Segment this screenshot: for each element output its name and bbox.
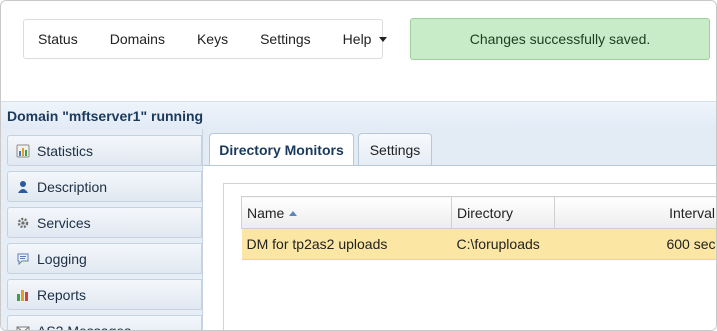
column-header-label: Directory — [457, 204, 514, 221]
column-header-label: Interval — [669, 204, 715, 221]
sidebar-item-reports[interactable]: Reports — [7, 279, 202, 310]
sidebar-item-label: Description — [37, 178, 108, 195]
nav-help-dropdown[interactable]: Help — [343, 31, 388, 47]
sidebar-item-description[interactable]: Description — [7, 171, 202, 202]
nav-help-label: Help — [342, 31, 372, 47]
sidebar-item-label: Reports — [37, 286, 87, 303]
sidebar-item-label: AS2 Messages — [37, 322, 132, 331]
sidebar-item-label: Services — [37, 214, 91, 231]
directory-monitors-table: Name Directory Interval DM for tp2as2 up… — [241, 196, 716, 260]
domain-status-text: Domain "mftserver1" running — [7, 107, 204, 124]
bar-chart-icon — [16, 288, 30, 302]
column-header-directory[interactable]: Directory — [451, 196, 555, 229]
main-panel: Directory Monitors Settings Name Directo… — [202, 129, 716, 330]
sidebar: Statistics Description Services Logging … — [1, 129, 202, 331]
tab-settings[interactable]: Settings — [358, 133, 432, 165]
cell-directory: C:\foruploads — [451, 228, 555, 260]
column-header-interval[interactable]: Interval — [554, 196, 716, 229]
table-row[interactable]: DM for tp2as2 uploads C:\foruploads 600 … — [241, 228, 716, 260]
person-icon — [16, 180, 30, 194]
tab-label: Settings — [369, 141, 421, 158]
cell-name: DM for tp2as2 uploads — [241, 228, 452, 260]
column-header-label: Name — [247, 204, 285, 221]
tab-content: Name Directory Interval DM for tp2as2 up… — [203, 165, 716, 330]
tab-label: Directory Monitors — [219, 142, 344, 158]
alert-message: Changes successfully saved. — [469, 31, 651, 47]
cell-interval: 600 sec — [554, 228, 716, 260]
nav-status[interactable]: Status — [38, 31, 78, 47]
tab-directory-monitors[interactable]: Directory Monitors — [209, 133, 354, 166]
domain-status-header: Domain "mftserver1" running — [1, 101, 716, 129]
sidebar-item-label: Statistics — [37, 142, 94, 159]
gear-icon — [16, 216, 30, 230]
statistics-icon — [16, 144, 30, 158]
message-icon — [16, 324, 30, 330]
app-window: Status Domains Keys Settings Help Change… — [0, 0, 717, 331]
grid-container: Name Directory Interval DM for tp2as2 up… — [223, 183, 716, 330]
sidebar-item-label: Logging — [37, 250, 87, 267]
nav-keys[interactable]: Keys — [197, 31, 228, 47]
sidebar-item-as2-messages[interactable]: AS2 Messages — [7, 315, 202, 331]
sort-ascending-icon — [289, 210, 298, 216]
column-header-name[interactable]: Name — [241, 196, 452, 229]
sidebar-item-services[interactable]: Services — [7, 207, 202, 238]
sidebar-item-logging[interactable]: Logging — [7, 243, 202, 274]
sidebar-item-statistics[interactable]: Statistics — [7, 135, 202, 166]
speech-bubble-icon — [16, 252, 30, 266]
nav-domains[interactable]: Domains — [110, 31, 165, 47]
nav-settings[interactable]: Settings — [260, 31, 311, 47]
top-navigation: Status Domains Keys Settings Help — [23, 19, 388, 59]
caret-down-icon — [379, 37, 388, 42]
table-header-row: Name Directory Interval — [241, 196, 716, 229]
success-alert: Changes successfully saved. — [410, 18, 710, 60]
